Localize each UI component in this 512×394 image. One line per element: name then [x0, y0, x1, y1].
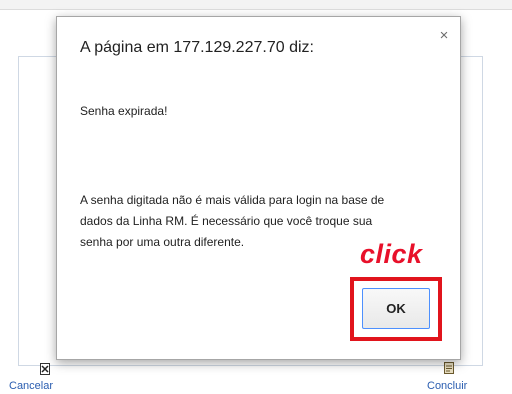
document-x-icon — [40, 362, 50, 375]
click-highlight-box: OK — [350, 277, 442, 341]
message-line: dados da Linha RM. É necessário que você… — [80, 214, 373, 228]
finish-link[interactable]: Concluir — [427, 380, 467, 392]
click-annotation-label: click — [360, 239, 423, 269]
message-line: senha por uma outra diferente. — [80, 235, 245, 249]
close-icon[interactable]: × — [437, 28, 451, 43]
document-icon — [444, 361, 454, 374]
page: Cancelar Concluir A página em 177.129.22… — [0, 0, 512, 394]
dialog-title: A página em 177.129.227.70 diz: — [80, 39, 314, 56]
cancel-link[interactable]: Cancelar — [9, 380, 53, 392]
browser-top-strip — [0, 0, 512, 10]
alert-dialog: A página em 177.129.227.70 diz: × Senha … — [56, 16, 461, 360]
message-line: A senha digitada não é mais válida para … — [80, 193, 385, 207]
message-heading: Senha expirada! — [80, 104, 168, 118]
ok-button[interactable]: OK — [362, 288, 430, 329]
